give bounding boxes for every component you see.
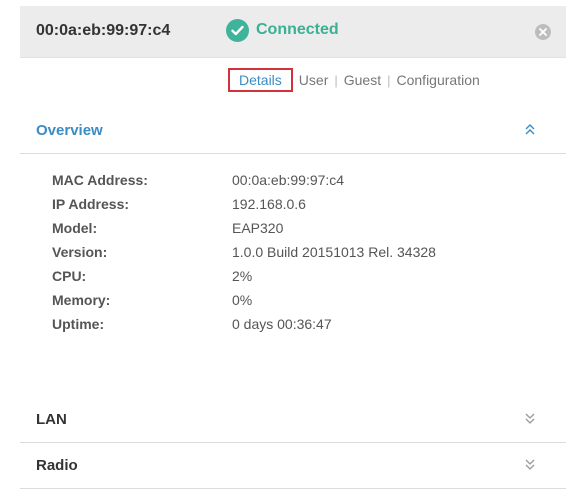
- overview-info-list: MAC Address: 00:0a:eb:99:97:c4 IP Addres…: [52, 172, 552, 340]
- device-details-panel: 00:0a:eb:99:97:c4 Connected Details User…: [20, 6, 566, 496]
- chevron-double-down-icon[interactable]: [524, 457, 536, 471]
- check-circle-icon: [226, 18, 249, 42]
- info-row-memory: Memory: 0%: [52, 292, 552, 316]
- info-row-ip: IP Address: 192.168.0.6: [52, 196, 552, 220]
- tab-configuration[interactable]: Configuration: [391, 72, 486, 88]
- info-label: Version:: [52, 244, 108, 260]
- tab-details[interactable]: Details: [228, 68, 293, 92]
- info-row-cpu: CPU: 2%: [52, 268, 552, 292]
- device-mac-title: 00:0a:eb:99:97:c4: [36, 22, 171, 39]
- info-label: MAC Address:: [52, 172, 148, 188]
- detail-tabs: Details User | Guest | Configuration: [228, 67, 486, 93]
- chevron-double-down-icon[interactable]: [524, 411, 536, 425]
- info-label: Uptime:: [52, 316, 105, 332]
- radio-section-header[interactable]: Radio: [20, 443, 566, 489]
- info-label: Model:: [52, 220, 98, 236]
- info-label: Memory:: [52, 292, 111, 308]
- tab-guest[interactable]: Guest: [338, 72, 387, 88]
- info-value: 00:0a:eb:99:97:c4: [232, 172, 345, 188]
- info-value: EAP320: [232, 220, 284, 236]
- info-value: 192.168.0.6: [232, 196, 306, 212]
- info-row-mac: MAC Address: 00:0a:eb:99:97:c4: [52, 172, 552, 196]
- close-button[interactable]: [535, 24, 551, 40]
- connection-status: Connected: [226, 18, 339, 42]
- chevron-double-up-icon[interactable]: [524, 123, 536, 137]
- info-row-uptime: Uptime: 0 days 00:36:47: [52, 316, 552, 340]
- panel-header: 00:0a:eb:99:97:c4 Connected: [20, 6, 566, 58]
- info-label: CPU:: [52, 268, 87, 284]
- tab-user[interactable]: User: [293, 72, 335, 88]
- lan-section-header[interactable]: LAN: [20, 397, 566, 443]
- info-value: 0%: [232, 292, 253, 308]
- radio-title: Radio: [36, 457, 78, 474]
- info-value: 1.0.0 Build 20151013 Rel. 34328: [232, 244, 436, 260]
- info-label: IP Address:: [52, 196, 130, 212]
- overview-title: Overview: [36, 122, 103, 139]
- status-text: Connected: [256, 21, 339, 38]
- info-row-model: Model: EAP320: [52, 220, 552, 244]
- close-icon: [539, 28, 547, 36]
- lan-title: LAN: [36, 411, 67, 428]
- info-value: 2%: [232, 268, 253, 284]
- info-value: 0 days 00:36:47: [232, 316, 332, 332]
- overview-section-header[interactable]: Overview: [20, 109, 566, 154]
- info-row-version: Version: 1.0.0 Build 20151013 Rel. 34328: [52, 244, 552, 268]
